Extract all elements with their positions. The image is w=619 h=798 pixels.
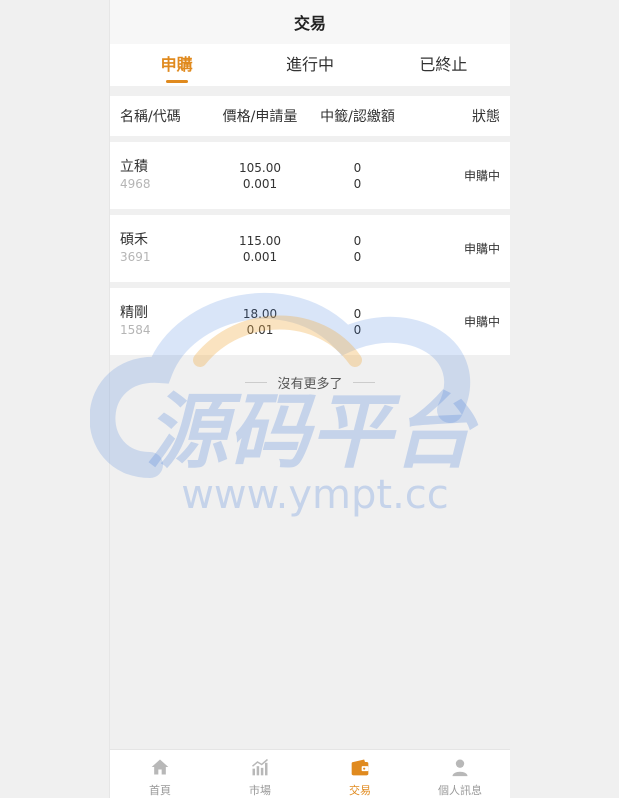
row-price-qty: 115.00 0.001 bbox=[205, 233, 315, 265]
col-name-code: 名稱/代碼 bbox=[120, 109, 181, 125]
table-header: 名稱/代碼 價格/申請量 中籤/認繳額 狀態 bbox=[110, 96, 510, 136]
tabbar-item-profile[interactable]: 個人訊息 bbox=[410, 750, 510, 798]
row-allot-paid: 0 0 bbox=[315, 233, 400, 265]
tabbar-label: 市場 bbox=[249, 784, 271, 797]
apply-qty: 0.01 bbox=[246, 322, 274, 337]
row-allot-paid: 0 0 bbox=[315, 306, 400, 338]
apply-qty: 0.001 bbox=[242, 176, 278, 191]
active-tab-indicator bbox=[165, 80, 188, 83]
user-icon bbox=[452, 759, 468, 777]
row-price-qty: 105.00 0.001 bbox=[205, 160, 315, 192]
chart-icon bbox=[252, 758, 268, 776]
table-row[interactable]: 碩禾 3691 115.00 0.001 0 0 申購中 bbox=[110, 215, 510, 282]
price: 18.00 bbox=[242, 306, 278, 321]
tab-bar-top: 申購 進行中 已終止 bbox=[110, 44, 510, 86]
row-name-code: 碩禾 3691 bbox=[110, 232, 205, 265]
stock-code: 4968 bbox=[120, 177, 151, 191]
status-text: 申購中 bbox=[463, 169, 500, 183]
stock-name: 碩禾 bbox=[120, 232, 148, 248]
page-header: 交易 bbox=[110, 0, 510, 44]
tab-in-progress[interactable]: 進行中 bbox=[243, 44, 376, 86]
stock-code: 3691 bbox=[120, 250, 151, 264]
stock-code: 1584 bbox=[120, 323, 151, 337]
table-row[interactable]: 立積 4968 105.00 0.001 0 0 申購中 bbox=[110, 142, 510, 209]
table-row[interactable]: 精剛 1584 18.00 0.01 0 0 申購中 bbox=[110, 288, 510, 355]
paid-amount: 0 bbox=[353, 322, 362, 337]
wallet-icon bbox=[351, 759, 369, 776]
stock-name: 精剛 bbox=[120, 305, 148, 321]
home-icon bbox=[151, 759, 169, 775]
allotted: 0 bbox=[353, 233, 362, 248]
tabbar-label: 交易 bbox=[349, 784, 371, 797]
list-end-text: 沒有更多了 bbox=[277, 377, 343, 392]
divider bbox=[245, 382, 268, 383]
tab-in-progress-label: 進行中 bbox=[285, 55, 334, 74]
app-screen: 交易 申購 進行中 已終止 名稱/代碼 價格/申請量 中籤/認繳額 狀態 立積 … bbox=[109, 0, 510, 798]
allotted: 0 bbox=[353, 306, 362, 321]
tabbar-label: 個人訊息 bbox=[438, 784, 482, 797]
status-text: 申購中 bbox=[463, 242, 500, 256]
bottom-tab-bar: 首頁 市場 交易 個人訊息 bbox=[110, 749, 510, 798]
col-status: 狀態 bbox=[472, 109, 500, 125]
divider bbox=[352, 382, 375, 383]
tab-terminated-label: 已終止 bbox=[419, 55, 468, 74]
tab-terminated[interactable]: 已終止 bbox=[377, 44, 510, 86]
tab-subscribe-label: 申購 bbox=[160, 55, 193, 74]
row-price-qty: 18.00 0.01 bbox=[205, 306, 315, 338]
price: 105.00 bbox=[239, 160, 281, 175]
list-end-indicator: 沒有更多了 bbox=[110, 373, 510, 392]
paid-amount: 0 bbox=[353, 176, 362, 191]
tab-subscribe[interactable]: 申購 bbox=[110, 44, 243, 86]
tabbar-label: 首頁 bbox=[149, 784, 171, 797]
tabbar-item-market[interactable]: 市場 bbox=[210, 750, 310, 798]
row-name-code: 立積 4968 bbox=[110, 159, 205, 192]
tabbar-item-home[interactable]: 首頁 bbox=[110, 750, 210, 798]
tabbar-item-trade[interactable]: 交易 bbox=[310, 750, 410, 798]
row-name-code: 精剛 1584 bbox=[110, 305, 205, 338]
price: 115.00 bbox=[239, 233, 281, 248]
paid-amount: 0 bbox=[353, 249, 362, 264]
stock-name: 立積 bbox=[120, 159, 148, 175]
status-text: 申購中 bbox=[463, 315, 500, 329]
row-allot-paid: 0 0 bbox=[315, 160, 400, 192]
page-title: 交易 bbox=[293, 14, 326, 33]
allotted: 0 bbox=[353, 160, 362, 175]
apply-qty: 0.001 bbox=[242, 249, 278, 264]
col-allot-paid: 中籤/認繳額 bbox=[320, 109, 395, 125]
col-price-qty: 價格/申請量 bbox=[222, 109, 298, 125]
